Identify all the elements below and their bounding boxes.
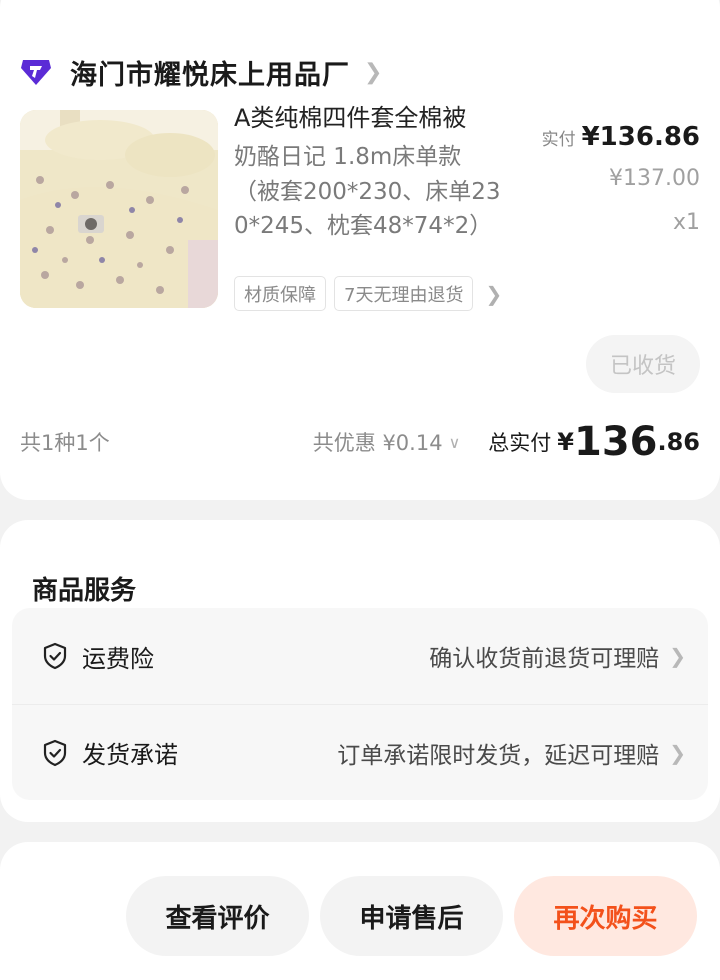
tag-return: 7天无理由退货 [334, 276, 474, 311]
total-currency: ¥ [557, 428, 574, 456]
shop-header[interactable]: 海门市耀悦床上用品厂 ❯ [20, 52, 382, 92]
order-card: 海门市耀悦床上用品厂 ❯ A类纯棉四件套全棉被 奶酪日记 1.8m床单款 （被套… [0, 0, 720, 500]
service-row-delivery-promise[interactable]: 发货承诺 订单承诺限时发货，延迟可理赔 ❯ [12, 704, 708, 800]
service-desc: 订单承诺限时发货，延迟可理赔 [337, 742, 660, 769]
total-decimal: .86 [657, 428, 700, 456]
service-tags[interactable]: 材质保障 7天无理由退货 ❯ [234, 276, 502, 311]
product-image[interactable] [20, 110, 218, 308]
quantity: x1 [673, 210, 700, 235]
original-price-text: ¥137.00 [609, 166, 700, 191]
chevron-right-icon: ❯ [669, 644, 686, 668]
service-row-shipping-insurance[interactable]: 运费险 确认收货前退货可理赔 ❯ [12, 608, 708, 704]
discount-text: 共优惠 ¥0.14 [312, 431, 443, 455]
chevron-right-icon: ❯ [485, 281, 503, 306]
discount-toggle[interactable]: 共优惠 ¥0.14 ∨ [313, 427, 461, 457]
chevron-right-icon: ❯ [364, 59, 383, 85]
rebuy-button[interactable]: 再次购买 [514, 876, 697, 956]
product-spec-line-2: （被套200*230、床单23 [234, 179, 501, 205]
received-status-button: 已收货 [586, 335, 700, 393]
chevron-down-icon: ∨ [448, 432, 461, 452]
product-title[interactable]: A类纯棉四件套全棉被 [234, 101, 466, 135]
order-summary: 共1种1个 共优惠 ¥0.14 ∨ 总实付 ¥136.86 [20, 419, 700, 465]
product-spec-line-3: 0*245、枕套48*74*2） [234, 213, 493, 239]
view-review-button[interactable]: 查看评价 [126, 876, 309, 956]
chevron-right-icon: ❯ [669, 740, 686, 765]
paid-price-row: 实付 ¥136.86 [542, 122, 700, 152]
shield-check-icon [43, 739, 67, 766]
paid-price: ¥136.86 [581, 122, 700, 152]
bedding-photo [20, 110, 218, 308]
service-desc: 确认收货前退货可理赔 [429, 646, 660, 672]
services-card: 商品服务 运费险 确认收货前退货可理赔 ❯ 发货承诺 订单承诺限时发货，延迟可理… [0, 520, 720, 822]
after-sale-button[interactable]: 申请售后 [320, 876, 503, 956]
original-price: ¥137.00 [609, 166, 700, 191]
tag-material: 材质保障 [234, 276, 326, 311]
bottom-action-bar: 查看评价 申请售后 再次购买 [0, 842, 720, 980]
services-list: 运费险 确认收货前退货可理赔 ❯ 发货承诺 订单承诺限时发货，延迟可理赔 ❯ [12, 608, 708, 800]
item-count: 共1种1个 [20, 431, 110, 455]
service-name: 运费险 [82, 644, 154, 673]
shop-diamond-logo-icon [21, 60, 51, 85]
product-spec-line-1: 奶酪日记 1.8m床单款 [234, 144, 462, 170]
service-name: 发货承诺 [82, 741, 178, 769]
paid-label: 实付 [541, 130, 576, 150]
shop-name: 海门市耀悦床上用品厂 [70, 59, 350, 91]
shield-check-icon [43, 642, 67, 670]
services-title: 商品服务 [32, 576, 137, 606]
total-integer: 136 [573, 419, 658, 465]
total-label: 总实付 [488, 431, 552, 455]
quantity-text: x1 [672, 210, 700, 235]
